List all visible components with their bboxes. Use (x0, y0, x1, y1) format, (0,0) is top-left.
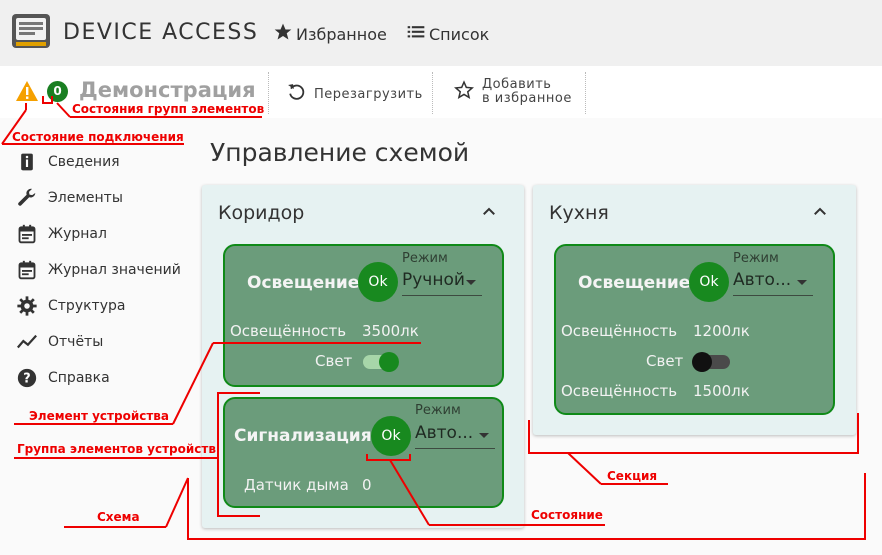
annotation-lines (1, 96, 866, 540)
annotation-section: Секция (607, 469, 658, 483)
annotation-state: Состояние (531, 508, 603, 522)
annotation-device-element-group: Группа элементов устройств (17, 442, 216, 456)
annotation-scheme: Схема (97, 510, 140, 524)
annotation-group-states: Состояния групп элементов (72, 102, 265, 116)
annotation-device-element: Элемент устройства (29, 409, 169, 423)
annotation-connection-state: Состояние подключения (12, 130, 184, 144)
